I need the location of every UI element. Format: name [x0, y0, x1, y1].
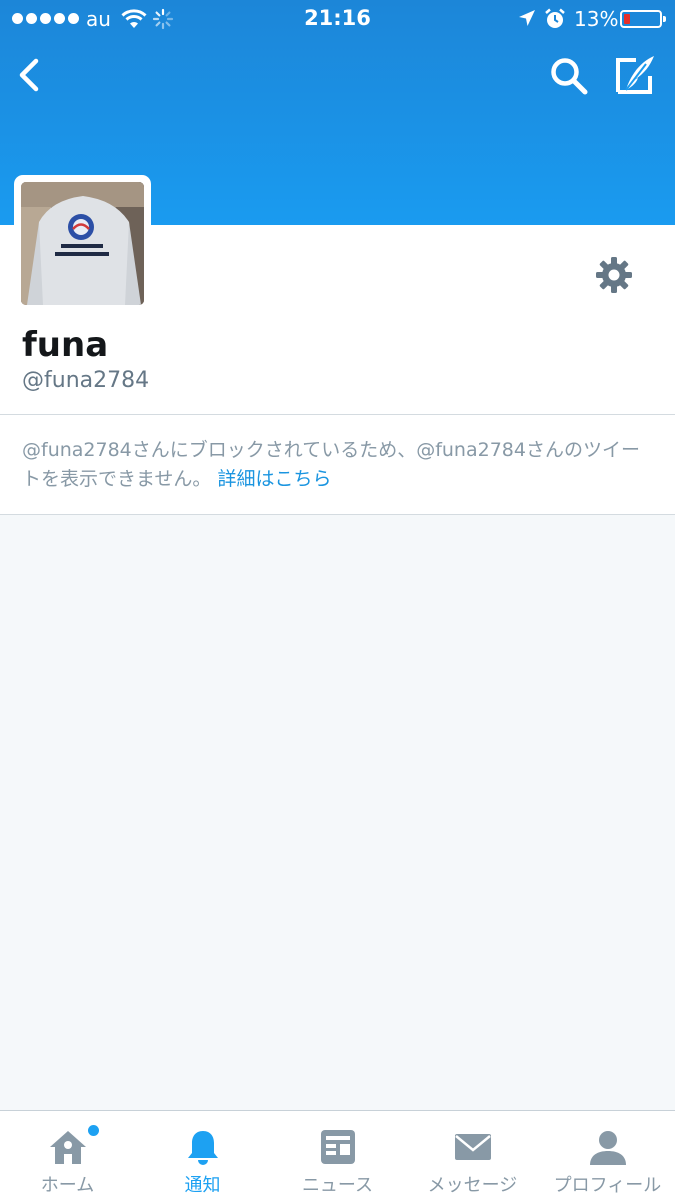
envelope-icon [454, 1134, 491, 1160]
tab-label: 通知 [184, 1175, 221, 1196]
tab-messages[interactable]: メッセージ [405, 1111, 540, 1200]
compose-tweet-button[interactable] [612, 52, 658, 98]
home-icon [49, 1131, 86, 1164]
avatar[interactable] [14, 175, 151, 312]
battery-percent: 13% [574, 7, 619, 31]
tab-label: メッセージ [427, 1175, 518, 1196]
search-button[interactable] [548, 55, 590, 97]
profile-screen: au 21:16 13% funa @funa2784 @funa2784さんに… [0, 0, 675, 1200]
tab-bar: ホーム 通知 ニュース メッセージ プロフィール [0, 1110, 675, 1200]
tab-news[interactable]: ニュース [270, 1111, 405, 1200]
bell-icon [187, 1131, 218, 1165]
tab-label: ホーム [40, 1175, 95, 1196]
news-icon [320, 1130, 355, 1164]
tab-home[interactable]: ホーム [0, 1111, 135, 1200]
display-name: funa [22, 325, 109, 365]
battery-icon [620, 10, 666, 28]
tab-notifications[interactable]: 通知 [135, 1111, 270, 1200]
tab-label: ニュース [301, 1175, 374, 1196]
tab-label: プロフィール [553, 1175, 662, 1196]
back-button[interactable] [12, 55, 48, 95]
divider [0, 514, 675, 515]
avatar-image [21, 182, 144, 305]
blocked-notice-text: @funa2784さんにブロックされているため、@funa2784さんのツイート… [22, 436, 652, 494]
status-bar: au 21:16 13% [0, 0, 675, 40]
unread-dot [88, 1125, 99, 1136]
alarm-clock-icon [545, 8, 565, 28]
user-handle: @funa2784 [22, 368, 150, 393]
learn-more-link[interactable]: 詳細はこちら [217, 468, 331, 490]
person-icon [589, 1131, 626, 1165]
settings-gear-button[interactable] [594, 255, 634, 295]
location-arrow-icon [519, 10, 535, 26]
tab-profile[interactable]: プロフィール [540, 1111, 675, 1200]
